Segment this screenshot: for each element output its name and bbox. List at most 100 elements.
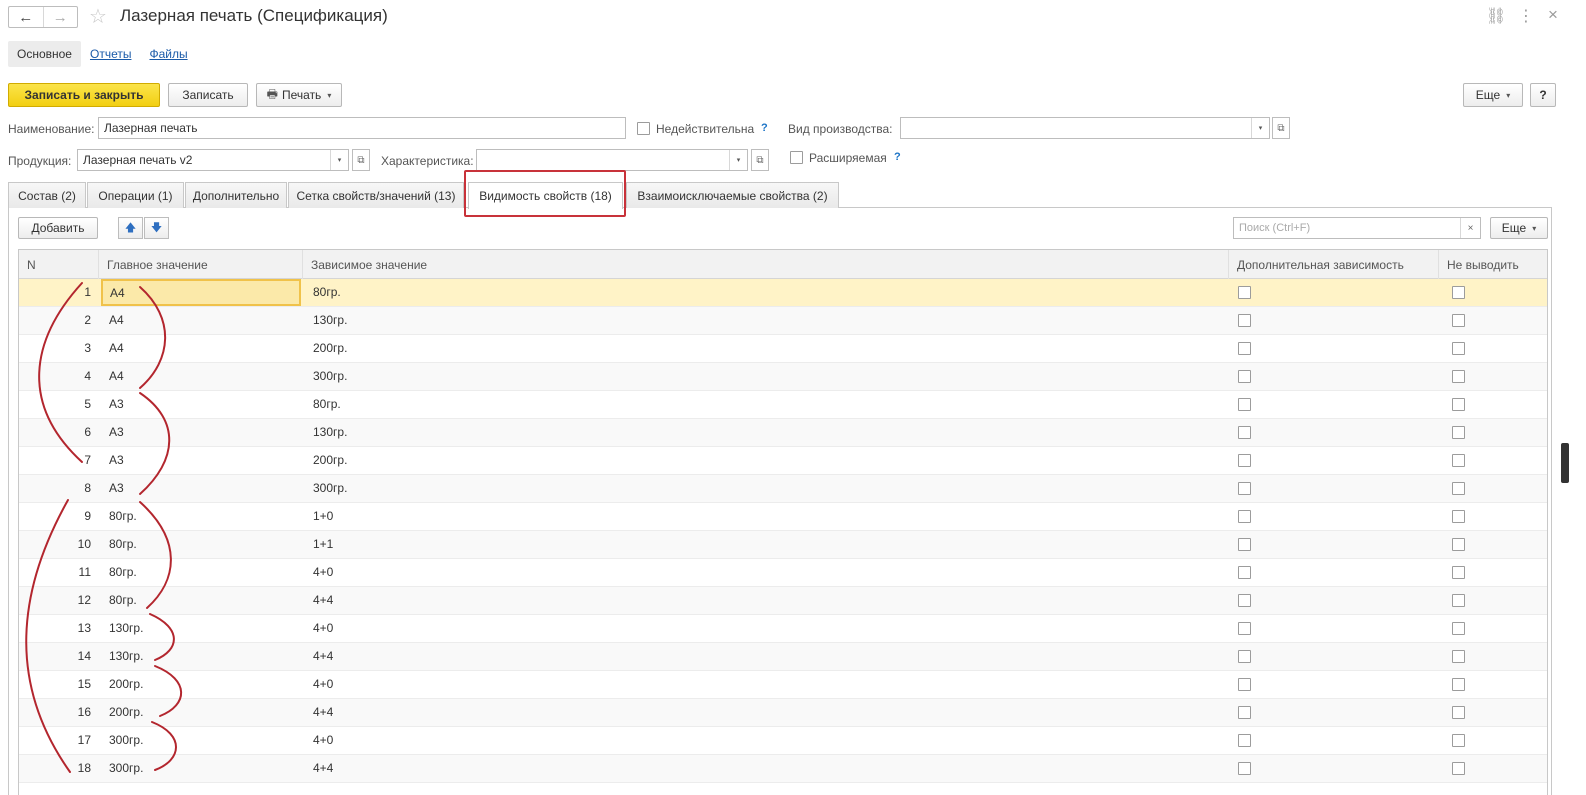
- dependent-value-cell[interactable]: 4+0: [305, 671, 1205, 698]
- table-row[interactable]: 2 А4 130гр.: [19, 307, 1547, 335]
- dependent-value-cell[interactable]: 200гр.: [305, 335, 1205, 362]
- hide-checkbox[interactable]: [1452, 342, 1465, 355]
- main-value-cell[interactable]: 300гр.: [101, 755, 301, 782]
- search-input[interactable]: Поиск (Ctrl+F) ×: [1233, 217, 1481, 239]
- table-more-button[interactable]: Еще ▾: [1490, 217, 1548, 239]
- hide-checkbox[interactable]: [1452, 762, 1465, 775]
- row-number-cell[interactable]: 13: [19, 615, 99, 642]
- tab-exclusive-properties[interactable]: Взаимоисключаемые свойства (2): [626, 182, 839, 208]
- tab-operations[interactable]: Операции (1): [87, 182, 184, 208]
- extra-dependency-checkbox[interactable]: [1238, 510, 1251, 523]
- main-value-cell[interactable]: А4: [101, 335, 301, 362]
- main-value-cell[interactable]: 80гр.: [101, 587, 301, 614]
- dependent-value-cell[interactable]: 80гр.: [305, 279, 1205, 306]
- row-number-cell[interactable]: 12: [19, 587, 99, 614]
- dropdown-arrow-icon[interactable]: ▾: [330, 150, 348, 170]
- print-button[interactable]: 🖶 Печать ▾: [256, 83, 342, 107]
- extra-dependency-checkbox[interactable]: [1238, 454, 1251, 467]
- extra-dependency-checkbox[interactable]: [1238, 342, 1251, 355]
- dependent-value-cell[interactable]: 300гр.: [305, 475, 1205, 502]
- section-tab-files[interactable]: Файлы: [140, 41, 196, 67]
- table-row[interactable]: 16 200гр. 4+4: [19, 699, 1547, 727]
- row-number-cell[interactable]: 16: [19, 699, 99, 726]
- section-tab-main[interactable]: Основное: [8, 41, 81, 67]
- more-menu-icon[interactable]: ⋮: [1518, 6, 1534, 26]
- dependent-value-cell[interactable]: 4+0: [305, 559, 1205, 586]
- save-button[interactable]: Записать: [168, 83, 248, 107]
- table-row[interactable]: 18 300гр. 4+4: [19, 755, 1547, 783]
- column-header-main-value[interactable]: Главное значение: [99, 250, 303, 279]
- dependent-value-cell[interactable]: 80гр.: [305, 391, 1205, 418]
- hide-checkbox[interactable]: [1452, 314, 1465, 327]
- extra-dependency-checkbox[interactable]: [1238, 538, 1251, 551]
- table-row[interactable]: 13 130гр. 4+0: [19, 615, 1547, 643]
- hide-checkbox[interactable]: [1452, 734, 1465, 747]
- add-button[interactable]: Добавить: [18, 217, 98, 239]
- dependent-value-cell[interactable]: 1+0: [305, 503, 1205, 530]
- column-header-hide[interactable]: Не выводить: [1439, 250, 1547, 279]
- row-number-cell[interactable]: 15: [19, 671, 99, 698]
- row-number-cell[interactable]: 4: [19, 363, 99, 390]
- move-down-icon[interactable]: 🡇: [144, 217, 169, 239]
- hide-checkbox[interactable]: [1452, 594, 1465, 607]
- row-number-cell[interactable]: 5: [19, 391, 99, 418]
- extra-dependency-checkbox[interactable]: [1238, 650, 1251, 663]
- row-number-cell[interactable]: 7: [19, 447, 99, 474]
- row-number-cell[interactable]: 1: [19, 279, 99, 306]
- main-value-cell[interactable]: 80гр.: [101, 559, 301, 586]
- link-icon[interactable]: ⛓: [1486, 6, 1506, 26]
- dependent-value-cell[interactable]: 4+4: [305, 755, 1205, 782]
- hide-checkbox[interactable]: [1452, 650, 1465, 663]
- name-field[interactable]: Лазерная печать: [98, 117, 626, 139]
- main-value-cell[interactable]: А4: [101, 307, 301, 334]
- dependent-value-cell[interactable]: 300гр.: [305, 363, 1205, 390]
- main-value-cell[interactable]: 80гр.: [101, 531, 301, 558]
- hide-checkbox[interactable]: [1452, 370, 1465, 383]
- hide-checkbox[interactable]: [1452, 538, 1465, 551]
- row-number-cell[interactable]: 17: [19, 727, 99, 754]
- table-row[interactable]: 1 А4 80гр.: [19, 279, 1547, 307]
- open-icon[interactable]: ⧉: [751, 149, 769, 171]
- open-icon[interactable]: ⧉: [1272, 117, 1290, 139]
- dependent-value-cell[interactable]: 4+4: [305, 643, 1205, 670]
- row-number-cell[interactable]: 3: [19, 335, 99, 362]
- row-number-cell[interactable]: 9: [19, 503, 99, 530]
- column-header-extra-dependency[interactable]: Дополнительная зависимость: [1229, 250, 1439, 279]
- table-row[interactable]: 7 А3 200гр.: [19, 447, 1547, 475]
- hide-checkbox[interactable]: [1452, 454, 1465, 467]
- save-and-close-button[interactable]: Записать и закрыть: [8, 83, 160, 107]
- characteristic-field[interactable]: ▾: [476, 149, 748, 171]
- extra-dependency-checkbox[interactable]: [1238, 482, 1251, 495]
- table-row[interactable]: 4 А4 300гр.: [19, 363, 1547, 391]
- dependent-value-cell[interactable]: 4+4: [305, 699, 1205, 726]
- table-row[interactable]: 12 80гр. 4+4: [19, 587, 1547, 615]
- invalid-help-icon[interactable]: ?: [761, 122, 768, 134]
- main-value-cell[interactable]: 130гр.: [101, 643, 301, 670]
- main-value-cell[interactable]: А4: [101, 279, 301, 306]
- table-row[interactable]: 11 80гр. 4+0: [19, 559, 1547, 587]
- table-row[interactable]: 14 130гр. 4+4: [19, 643, 1547, 671]
- row-number-cell[interactable]: 6: [19, 419, 99, 446]
- tab-property-grid[interactable]: Сетка свойств/значений (13): [288, 182, 464, 208]
- main-value-cell[interactable]: 200гр.: [101, 699, 301, 726]
- extra-dependency-checkbox[interactable]: [1238, 286, 1251, 299]
- dropdown-arrow-icon[interactable]: ▾: [729, 150, 747, 170]
- help-button[interactable]: ?: [1530, 83, 1556, 107]
- hide-checkbox[interactable]: [1452, 510, 1465, 523]
- product-field[interactable]: Лазерная печать v2 ▾: [77, 149, 349, 171]
- column-header-dependent-value[interactable]: Зависимое значение: [303, 250, 1229, 279]
- hide-checkbox[interactable]: [1452, 398, 1465, 411]
- close-icon[interactable]: ×: [1548, 5, 1558, 25]
- dependent-value-cell[interactable]: 130гр.: [305, 419, 1205, 446]
- main-value-cell[interactable]: А3: [101, 419, 301, 446]
- hide-checkbox[interactable]: [1452, 426, 1465, 439]
- section-tab-reports[interactable]: Отчеты: [81, 41, 140, 67]
- row-number-cell[interactable]: 10: [19, 531, 99, 558]
- main-value-cell[interactable]: 300гр.: [101, 727, 301, 754]
- tab-composition[interactable]: Состав (2): [8, 182, 86, 208]
- table-row[interactable]: 3 А4 200гр.: [19, 335, 1547, 363]
- more-button[interactable]: Еще ▾: [1463, 83, 1523, 107]
- clear-search-icon[interactable]: ×: [1460, 218, 1480, 238]
- extra-dependency-checkbox[interactable]: [1238, 594, 1251, 607]
- row-number-cell[interactable]: 14: [19, 643, 99, 670]
